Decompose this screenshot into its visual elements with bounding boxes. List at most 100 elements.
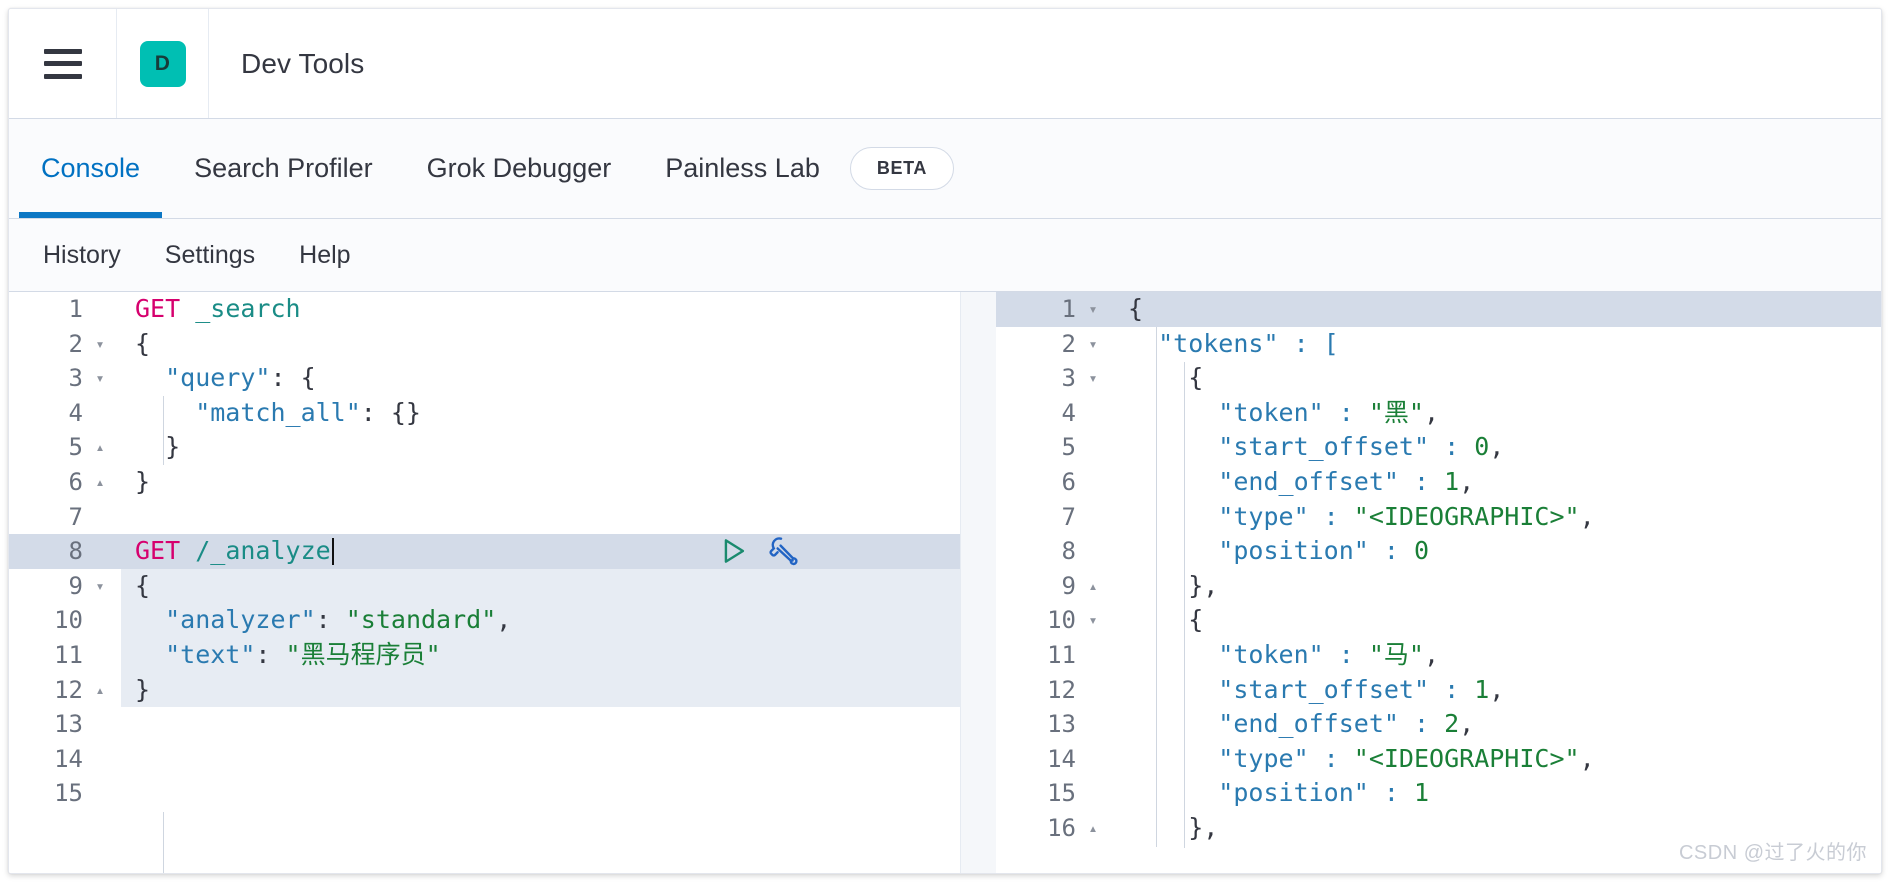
http-method: GET xyxy=(135,536,181,566)
fold-toggle[interactable]: ▴ xyxy=(89,430,111,465)
fold-toggle[interactable]: ▾ xyxy=(89,569,111,604)
code-line: "end_offset" : 1, xyxy=(1114,465,1881,500)
end-offset-value: 1 xyxy=(1444,466,1460,496)
line-number: 10 xyxy=(1047,606,1076,635)
analyzer-value: "standard" xyxy=(345,605,497,635)
request-gutter[interactable]: 1 2 ▾ 3 ▾ 4 5 ▴ 6 ▴ 7 8 9 ▾ 10 11 12 ▴ 13 14 1… xyxy=(9,292,121,873)
code-line: { xyxy=(135,328,151,358)
gutter-line: 7 xyxy=(9,500,121,535)
play-icon[interactable] xyxy=(716,534,750,568)
request-actions xyxy=(716,534,800,569)
page-title-cell: Dev Tools xyxy=(209,9,364,118)
hamburger-icon[interactable] xyxy=(43,48,82,79)
code-line-active: GET /_analyze xyxy=(121,534,960,569)
code-line: "text": "黑马程序员" xyxy=(121,637,960,673)
line-number: 8 xyxy=(68,537,83,566)
response-viewer-pane[interactable]: 1 ▾ 2 ▾ 3 ▾ 4 5 6 7 8 9 ▴ 10 ▾ 11 12 13 14 15… xyxy=(996,292,1881,873)
fold-toggle[interactable]: ▾ xyxy=(1082,361,1104,396)
submenu-help[interactable]: Help xyxy=(299,241,350,270)
fold-toggle[interactable]: ▴ xyxy=(89,673,111,708)
fold-toggle[interactable]: ▾ xyxy=(89,361,111,396)
tab-grok-debugger[interactable]: Grok Debugger xyxy=(427,119,612,218)
fold-toggle[interactable]: ▾ xyxy=(1082,292,1104,327)
line-number: 5 xyxy=(1061,433,1076,462)
fold-toggle[interactable]: ▴ xyxy=(89,465,111,500)
code-line: "type" : "<IDEOGRAPHIC>", xyxy=(1114,742,1881,777)
line-number: 3 xyxy=(68,364,83,393)
line-number: 9 xyxy=(1061,571,1076,600)
line-number: 6 xyxy=(68,467,83,496)
gutter-line: 15 xyxy=(9,776,121,811)
page-title: Dev Tools xyxy=(241,47,365,79)
line-number: 3 xyxy=(1061,364,1076,393)
position-value: 0 xyxy=(1413,536,1430,566)
gutter-line: 10 ▾ xyxy=(996,603,1114,638)
indent-guide xyxy=(163,812,164,873)
code-line: } xyxy=(135,466,151,496)
code-line: "analyzer": "standard", xyxy=(121,603,960,638)
gutter-line: 14 xyxy=(9,742,121,777)
http-method: GET xyxy=(135,294,181,323)
line-number: 13 xyxy=(54,710,83,739)
gutter-line: 1 xyxy=(9,292,121,327)
line-number: 4 xyxy=(1061,398,1076,427)
code-line: "position" : 1 xyxy=(1114,776,1881,811)
token-value: "黑" xyxy=(1368,397,1424,427)
line-number: 14 xyxy=(1047,744,1076,773)
line-number: 13 xyxy=(1047,710,1076,739)
tab-search-profiler[interactable]: Search Profiler xyxy=(194,119,373,218)
gutter-line: 5 ▴ xyxy=(9,430,121,465)
dev-tools-window: D Dev Tools Console Search Profiler Grok… xyxy=(8,8,1882,874)
code-line: "match_all": {} xyxy=(135,397,421,427)
wrench-icon[interactable] xyxy=(766,534,800,568)
gutter-line: 10 xyxy=(9,603,121,638)
text-value: "黑马程序员" xyxy=(285,639,441,669)
code-line: "end_offset" : 2, xyxy=(1114,707,1881,742)
line-number: 10 xyxy=(54,606,83,635)
request-code[interactable]: GET _search { "query": { "match_all": {}… xyxy=(121,292,960,873)
gutter-line: 2 ▾ xyxy=(996,327,1114,362)
type-value: "<IDEOGRAPHIC>" xyxy=(1353,501,1580,531)
tab-painless-lab[interactable]: Painless Lab xyxy=(665,119,820,218)
gutter-line: 11 xyxy=(996,638,1114,673)
gutter-line: 5 xyxy=(996,430,1114,465)
line-number: 1 xyxy=(1061,295,1076,323)
pane-divider[interactable] xyxy=(961,292,996,873)
gutter-line: 9 ▾ xyxy=(9,569,121,604)
start-offset-value: 0 xyxy=(1474,432,1490,462)
gutter-line: 12 xyxy=(996,673,1114,708)
line-number: 9 xyxy=(68,571,83,600)
code-line: }, xyxy=(1128,570,1219,600)
gutter-line: 13 xyxy=(9,707,121,742)
line-number: 5 xyxy=(68,433,83,462)
fold-toggle[interactable]: ▴ xyxy=(1082,569,1104,604)
gutter-line: 4 xyxy=(9,396,121,431)
app-logo[interactable]: D xyxy=(117,9,209,118)
tab-bar: Console Search Profiler Grok Debugger Pa… xyxy=(9,119,1881,219)
gutter-line: 15 xyxy=(996,776,1114,811)
line-number: 2 xyxy=(1061,329,1076,358)
menu-button[interactable] xyxy=(9,9,117,118)
line-number: 8 xyxy=(1061,537,1076,566)
code-line: "type" : "<IDEOGRAPHIC>", xyxy=(1114,500,1881,535)
response-code[interactable]: { "tokens" : [ { "token" : "黑", "start_o… xyxy=(1114,292,1881,873)
submenu-settings[interactable]: Settings xyxy=(165,241,255,270)
line-number: 2 xyxy=(68,329,83,358)
code-line: GET _search xyxy=(121,292,960,327)
fold-toggle[interactable]: ▴ xyxy=(1082,811,1104,846)
gutter-line: 7 xyxy=(996,500,1114,535)
fold-toggle[interactable]: ▾ xyxy=(89,327,111,362)
code-line: "tokens" : [ xyxy=(1128,328,1339,358)
tab-console[interactable]: Console xyxy=(18,119,163,218)
response-gutter[interactable]: 1 ▾ 2 ▾ 3 ▾ 4 5 6 7 8 9 ▴ 10 ▾ 11 12 13 14 15… xyxy=(996,292,1114,873)
request-editor-pane[interactable]: 1 2 ▾ 3 ▾ 4 5 ▴ 6 ▴ 7 8 9 ▾ 10 11 12 ▴ 13 14 1… xyxy=(9,292,961,873)
fold-toggle[interactable]: ▾ xyxy=(1082,327,1104,362)
fold-toggle[interactable]: ▾ xyxy=(1082,603,1104,638)
line-number: 6 xyxy=(1061,467,1076,496)
endpoint-path: _search xyxy=(195,294,301,323)
line-number: 12 xyxy=(1047,675,1076,704)
type-value: "<IDEOGRAPHIC>" xyxy=(1353,743,1580,773)
beta-badge: BETA xyxy=(849,147,954,190)
submenu-history[interactable]: History xyxy=(43,241,121,270)
